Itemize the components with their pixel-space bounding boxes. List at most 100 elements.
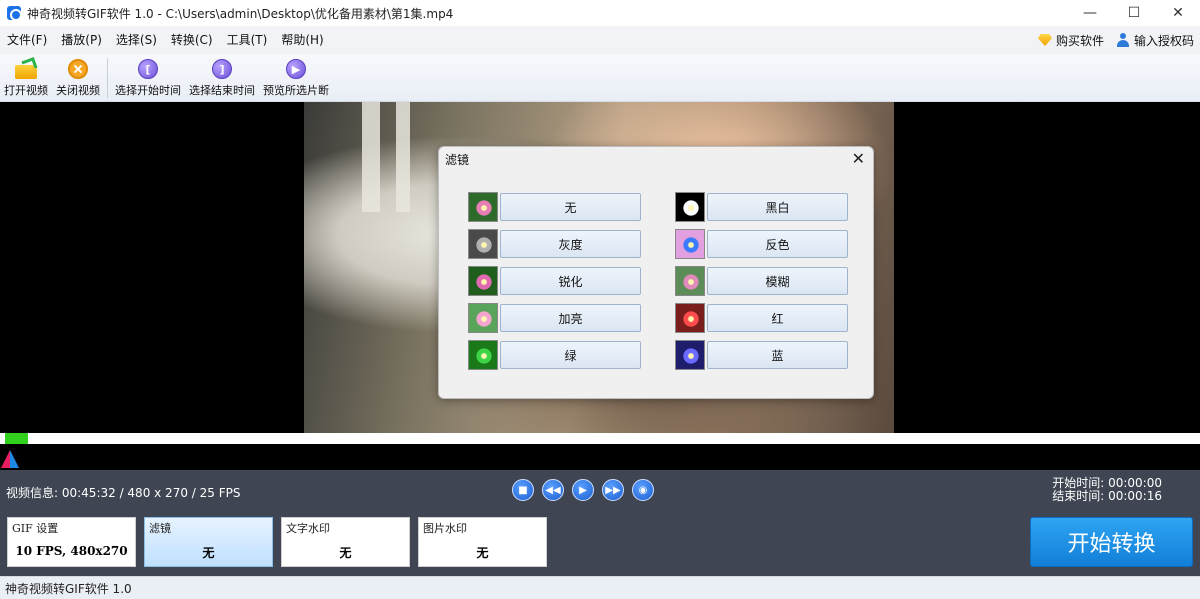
image-watermark-value: 无 — [476, 546, 489, 560]
title-bar: 神奇视频转GIF软件 1.0 - C:\Users\admin\Desktop\… — [0, 0, 1200, 26]
timeline-track[interactable] — [0, 433, 1200, 444]
playback-controls: ■ ◀◀ ▶ ▶▶ ◉ — [512, 479, 654, 501]
filter-option-brighten[interactable]: 加亮 — [468, 303, 641, 333]
filter-option-grayscale[interactable]: 灰度 — [468, 229, 641, 259]
toolbar: 打开视频 关闭视频 [ 选择开始时间 ] 选择结束时间 ▶ 预览所选片断 — [0, 54, 1200, 102]
filter-option-black-white[interactable]: 黑白 — [675, 192, 848, 222]
selection-times: 开始时间: 00:00:00 结束时间: 00:00:16 — [1052, 477, 1162, 503]
menu-convert[interactable]: 转换(C) — [164, 27, 220, 53]
lotus-thumbnail-icon — [468, 266, 498, 296]
filter-option-blue[interactable]: 蓝 — [675, 340, 848, 370]
lotus-thumbnail-icon — [468, 192, 498, 222]
preview-selection-button[interactable]: ▶ 预览所选片断 — [259, 54, 333, 102]
stop-icon[interactable]: ■ — [512, 479, 534, 501]
gif-settings-value: 10 FPS, 480x270 — [15, 544, 128, 558]
menu-bar: 文件(F) 播放(P) 选择(S) 转换(C) 工具(T) 帮助(H) 购买软件… — [0, 27, 1200, 53]
folder-open-icon — [15, 59, 37, 79]
text-watermark-card[interactable]: 文字水印 无 — [281, 517, 410, 567]
text-watermark-label: 文字水印 — [286, 522, 330, 535]
buy-software-link[interactable]: 购买软件 — [1037, 32, 1104, 49]
menu-tools[interactable]: 工具(T) — [220, 27, 275, 53]
menu-file[interactable]: 文件(F) — [0, 27, 54, 53]
filter-dialog: 滤镜 ✕ 无 灰度 锐化 加亮 绿 黑白 反色 模糊 红 蓝 — [438, 146, 874, 399]
status-bar: 神奇视频转GIF软件 1.0 — [0, 576, 1200, 599]
dialog-title: 滤镜 — [445, 153, 470, 167]
lotus-thumbnail-icon — [468, 340, 498, 370]
control-panel: 视频信息: 00:45:32 / 480 x 270 / 25 FPS ■ ◀◀… — [0, 470, 1200, 576]
frame-detail — [396, 102, 410, 212]
minimize-button[interactable]: — — [1068, 0, 1112, 26]
toolbar-separator — [107, 58, 108, 98]
timeline-progress — [5, 433, 28, 444]
start-bracket-icon: [ — [138, 59, 158, 79]
play-icon[interactable]: ▶ — [572, 479, 594, 501]
maximize-button[interactable]: ☐ — [1112, 0, 1156, 26]
position-marker-icon[interactable] — [1, 450, 19, 468]
marker-strip — [0, 444, 1200, 470]
app-icon — [7, 6, 22, 21]
lotus-thumbnail-icon — [675, 229, 705, 259]
menu-help[interactable]: 帮助(H) — [274, 27, 330, 53]
gif-settings-card[interactable]: GIF 设置 10 FPS, 480x270 — [7, 517, 136, 567]
close-circle-icon — [68, 59, 88, 79]
filter-card-value: 无 — [202, 546, 215, 560]
lotus-thumbnail-icon — [675, 303, 705, 333]
filter-grayscale-button[interactable]: 灰度 — [500, 230, 641, 258]
close-video-button[interactable]: 关闭视频 — [52, 54, 104, 102]
video-info: 视频信息: 00:45:32 / 480 x 270 / 25 FPS — [6, 486, 241, 500]
close-window-button[interactable]: ✕ — [1156, 0, 1200, 26]
filter-sharpen-button[interactable]: 锐化 — [500, 267, 641, 295]
open-video-button[interactable]: 打开视频 — [0, 54, 52, 102]
frame-detail — [362, 102, 380, 212]
filter-card[interactable]: 滤镜 无 — [144, 517, 273, 567]
filter-blur-button[interactable]: 模糊 — [707, 267, 848, 295]
filter-card-label: 滤镜 — [149, 522, 171, 535]
close-video-label: 关闭视频 — [56, 84, 100, 97]
filter-brighten-button[interactable]: 加亮 — [500, 304, 641, 332]
filter-option-green[interactable]: 绿 — [468, 340, 641, 370]
open-video-label: 打开视频 — [4, 84, 48, 97]
filter-black-white-button[interactable]: 黑白 — [707, 193, 848, 221]
image-watermark-label: 图片水印 — [423, 522, 467, 535]
lotus-thumbnail-icon — [675, 266, 705, 296]
play-icon: ▶ — [286, 59, 306, 79]
select-end-time-label: 选择结束时间 — [189, 84, 255, 97]
select-start-time-button[interactable]: [ 选择开始时间 — [111, 54, 185, 102]
filter-option-none[interactable]: 无 — [468, 192, 641, 222]
rewind-icon[interactable]: ◀◀ — [542, 479, 564, 501]
dialog-close-icon[interactable]: ✕ — [852, 149, 865, 168]
filter-blue-button[interactable]: 蓝 — [707, 341, 848, 369]
end-time: 结束时间: 00:00:16 — [1052, 489, 1162, 503]
select-start-time-label: 选择开始时间 — [115, 84, 181, 97]
filter-option-blur[interactable]: 模糊 — [675, 266, 848, 296]
menu-select[interactable]: 选择(S) — [109, 27, 164, 53]
enter-license-label: 输入授权码 — [1133, 33, 1194, 48]
gif-settings-label: GIF 设置 — [12, 522, 59, 535]
filter-option-invert[interactable]: 反色 — [675, 229, 848, 259]
lotus-thumbnail-icon — [675, 192, 705, 222]
lotus-thumbnail-icon — [468, 229, 498, 259]
window-title: 神奇视频转GIF软件 1.0 - C:\Users\admin\Desktop\… — [27, 6, 454, 21]
filter-option-red[interactable]: 红 — [675, 303, 848, 333]
status-text: 神奇视频转GIF软件 1.0 — [5, 581, 132, 596]
text-watermark-value: 无 — [339, 546, 352, 560]
lotus-thumbnail-icon — [468, 303, 498, 333]
fast-forward-icon[interactable]: ▶▶ — [602, 479, 624, 501]
filter-red-button[interactable]: 红 — [707, 304, 848, 332]
diamond-icon — [1037, 34, 1052, 46]
enter-license-link[interactable]: 输入授权码 — [1116, 32, 1194, 49]
user-icon — [1116, 33, 1130, 47]
filter-green-button[interactable]: 绿 — [500, 341, 641, 369]
filter-invert-button[interactable]: 反色 — [707, 230, 848, 258]
end-bracket-icon: ] — [212, 59, 232, 79]
filter-option-sharpen[interactable]: 锐化 — [468, 266, 641, 296]
preview-selection-label: 预览所选片断 — [263, 84, 329, 97]
image-watermark-card[interactable]: 图片水印 无 — [418, 517, 547, 567]
select-end-time-button[interactable]: ] 选择结束时间 — [185, 54, 259, 102]
buy-software-label: 购买软件 — [1055, 33, 1104, 48]
start-convert-button[interactable]: 开始转换 — [1030, 517, 1193, 567]
filter-none-button[interactable]: 无 — [500, 193, 641, 221]
lotus-thumbnail-icon — [675, 340, 705, 370]
menu-play[interactable]: 播放(P) — [54, 27, 109, 53]
screenshot-camera-icon[interactable]: ◉ — [632, 479, 654, 501]
